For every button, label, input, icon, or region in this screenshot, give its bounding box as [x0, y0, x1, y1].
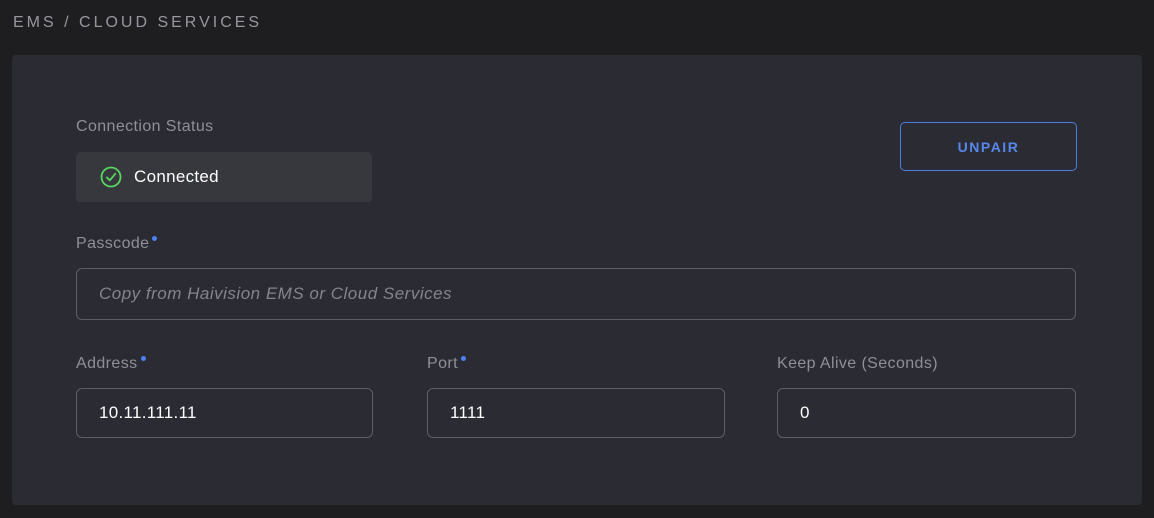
- keep-alive-label: Keep Alive (Seconds): [777, 355, 938, 373]
- address-label: Address: [76, 355, 146, 373]
- connection-status-value: Connected: [134, 167, 219, 187]
- unpair-button[interactable]: UNPAIR: [900, 122, 1077, 171]
- address-input[interactable]: [76, 388, 373, 438]
- required-indicator: [152, 236, 157, 241]
- keep-alive-input[interactable]: [777, 388, 1076, 438]
- required-indicator: [461, 356, 466, 361]
- passcode-label: Passcode: [76, 235, 157, 253]
- connection-status-label: Connection Status: [76, 118, 214, 136]
- passcode-input[interactable]: [76, 268, 1076, 320]
- check-circle-icon: [100, 166, 122, 188]
- page-title: EMS / CLOUD SERVICES: [13, 14, 262, 32]
- ems-cloud-services-panel: Connection Status Connected UNPAIR Passc…: [12, 55, 1142, 505]
- connection-status-indicator: Connected: [76, 152, 372, 202]
- port-input[interactable]: [427, 388, 725, 438]
- port-label: Port: [427, 355, 466, 373]
- required-indicator: [141, 356, 146, 361]
